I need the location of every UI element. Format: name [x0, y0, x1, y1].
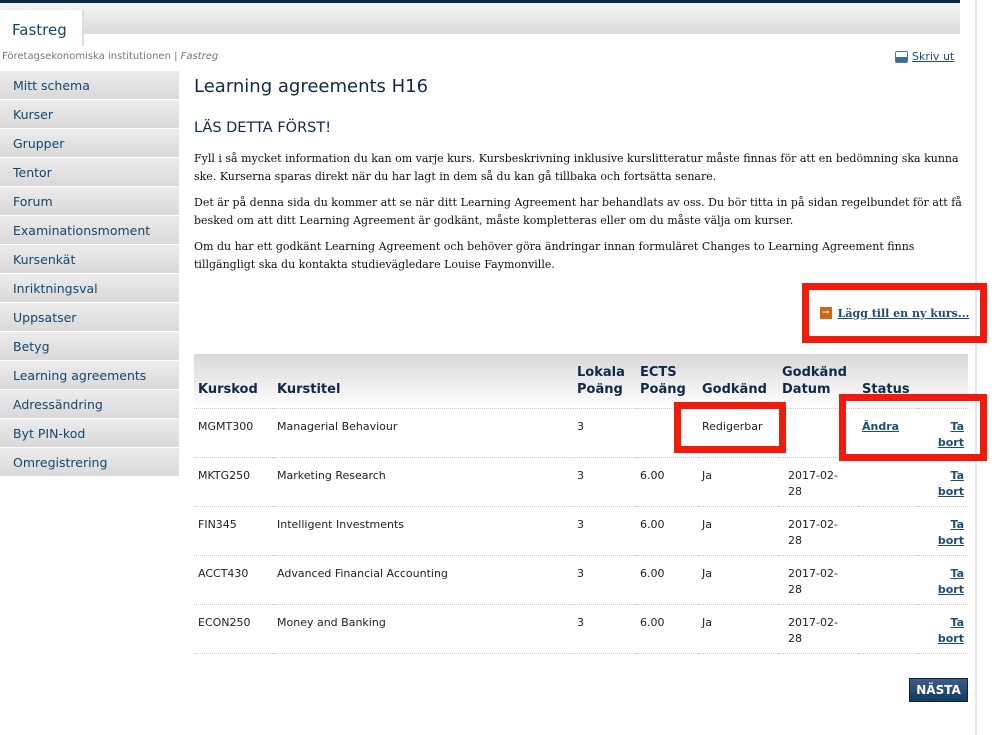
cell-title: Money and Banking — [273, 603, 573, 654]
cell-code: MKTG250 — [194, 456, 273, 506]
sidebar-item[interactable]: Betyg — [0, 332, 179, 361]
sidebar-item[interactable]: Forum — [0, 187, 179, 216]
breadcrumb-separator: | — [174, 51, 178, 62]
column-header: Kurstitel — [277, 381, 341, 397]
cell-date: 2017-02-28 — [778, 456, 858, 506]
column-header: Kurskod — [198, 381, 258, 397]
header-bar — [0, 3, 960, 34]
table-row: FIN345 Intelligent Investments 3 6.00 Ja 2017… — [194, 505, 968, 555]
info-paragraph: Det är på denna sida du kommer att se nä… — [194, 196, 962, 227]
cell-code: MGMT300 — [194, 407, 273, 457]
sidebar-item[interactable]: Adressändring — [0, 390, 179, 419]
remove-link[interactable]: Ta bort — [936, 615, 964, 647]
cell-date: 2017-02-28 — [778, 554, 858, 604]
sidebar-item[interactable]: Omregistrering — [0, 448, 179, 477]
table-row: ACCT430 Advanced Financial Accounting 3 6.0… — [194, 554, 968, 604]
highlight-approved — [674, 402, 786, 453]
sidebar-item[interactable]: Inriktningsval — [0, 274, 179, 303]
cell-code: FIN345 — [194, 505, 273, 555]
printer-icon — [895, 50, 908, 63]
next-button[interactable]: NÄSTA — [909, 678, 968, 702]
sidebar-item[interactable]: Learning agreements — [0, 361, 179, 390]
breadcrumb: Företagsekonomiska institutionen | Fastr… — [2, 51, 218, 62]
cell-ects: 6.00 — [636, 554, 698, 604]
cell-remove: Ta bort — [918, 554, 968, 604]
sidebar-item[interactable]: Byt PIN-kod — [0, 419, 179, 448]
cell-edit — [858, 456, 918, 506]
column-header: ECTS Poäng — [640, 364, 686, 397]
cell-title: Marketing Research — [273, 456, 573, 506]
cell-approved: Ja — [698, 603, 778, 654]
page-edge — [975, 0, 977, 735]
remove-link[interactable]: Ta bort — [936, 468, 964, 500]
tab-fastreg[interactable]: Fastreg — [0, 10, 84, 46]
cell-ects: 6.00 — [636, 603, 698, 654]
cell-local: 3 — [573, 603, 636, 654]
sidebar-item[interactable]: Examinationsmoment — [0, 216, 179, 245]
cell-date: 2017-02-28 — [778, 603, 858, 654]
cell-edit — [858, 603, 918, 654]
cell-local: 3 — [573, 407, 636, 457]
info-paragraph: Om du har ett godkänt Learning Agreement… — [194, 240, 915, 271]
cell-approved: Ja — [698, 554, 778, 604]
sidebar-item[interactable]: Uppsatser — [0, 303, 179, 332]
print-label: Skriv ut — [912, 50, 955, 63]
main-content: Learning agreements H16 LÄS DETTA FÖRST!… — [194, 76, 969, 274]
cell-edit — [858, 554, 918, 604]
cell-date: 2017-02-28 — [778, 505, 858, 555]
cell-local: 3 — [573, 505, 636, 555]
sidebar-item[interactable]: Kurser — [0, 100, 179, 129]
info-paragraph: Fyll i så mycket information du kan om v… — [194, 152, 959, 183]
column-header: Godkänd — [702, 381, 767, 397]
remove-link[interactable]: Ta bort — [936, 517, 964, 549]
highlight-status — [839, 394, 987, 461]
notice-heading: LÄS DETTA FÖRST! — [194, 120, 332, 136]
breadcrumb-current: Fastreg — [180, 51, 219, 62]
sidebar-item[interactable]: Mitt schema — [0, 71, 179, 100]
cell-code: ACCT430 — [194, 554, 273, 604]
cell-remove: Ta bort — [918, 456, 968, 506]
sidebar: Mitt schema Kurser Grupper Tentor Forum Exami… — [0, 71, 179, 477]
sidebar-item[interactable]: Tentor — [0, 158, 179, 187]
table-row: MKTG250 Marketing Research 3 6.00 Ja 2017-02-… — [194, 456, 968, 506]
cell-approved: Ja — [698, 505, 778, 555]
cell-local: 3 — [573, 554, 636, 604]
cell-title: Advanced Financial Accounting — [273, 554, 573, 604]
arrow-right-icon: → — [819, 307, 832, 319]
remove-link[interactable]: Ta bort — [936, 566, 964, 598]
cell-remove: Ta bort — [918, 603, 968, 654]
cell-remove: Ta bort — [918, 505, 968, 555]
cell-code: ECON250 — [194, 603, 273, 654]
table-row: ECON250 Money and Banking 3 6.00 Ja 2017-02-2… — [194, 603, 968, 654]
page-title: Learning agreements H16 — [194, 76, 429, 97]
cell-title: Managerial Behaviour — [273, 407, 573, 457]
cell-ects: 6.00 — [636, 505, 698, 555]
breadcrumb-org[interactable]: Företagsekonomiska institutionen — [2, 51, 171, 62]
cell-ects: 6.00 — [636, 456, 698, 506]
cell-edit — [858, 505, 918, 555]
cell-approved: Ja — [698, 456, 778, 506]
add-course-highlight: → Lägg till en ny kurs... — [802, 283, 987, 343]
print-link[interactable]: Skriv ut — [895, 50, 954, 63]
sidebar-item[interactable]: Grupper — [0, 129, 179, 158]
cell-title: Intelligent Investments — [273, 505, 573, 555]
cell-local: 3 — [573, 456, 636, 506]
column-header: Lokala Poäng — [577, 364, 625, 397]
add-course-link[interactable]: Lägg till en ny kurs... — [838, 307, 970, 320]
sidebar-item[interactable]: Kursenkät — [0, 245, 179, 274]
